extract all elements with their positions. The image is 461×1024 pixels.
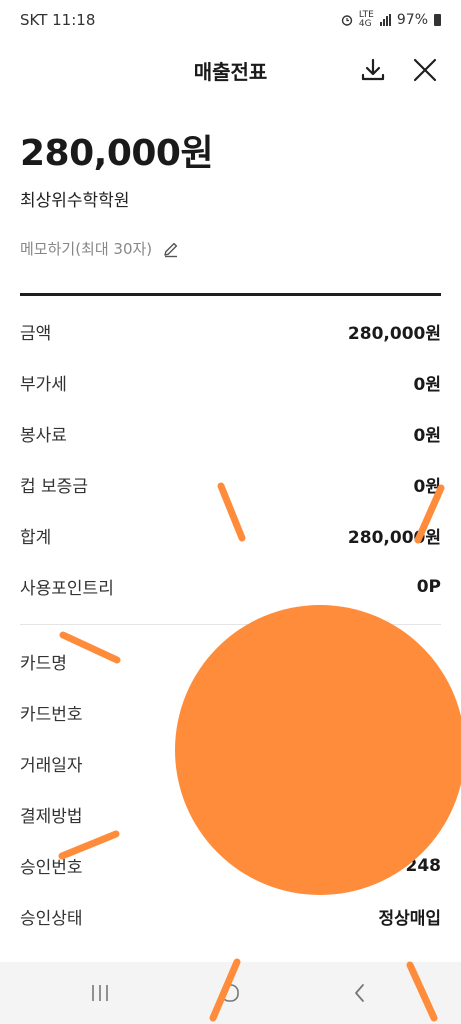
detail-value: 정상매입 (378, 909, 441, 929)
detail-row-service-charge: 봉사료 0원 (20, 408, 441, 459)
detail-key: 금액 (20, 324, 52, 344)
card-row-number: 카드번호 (20, 687, 441, 738)
total-amount: 280,000원 (20, 133, 214, 174)
detail-value: 0원 (413, 426, 441, 446)
detail-row-cup-deposit: 컵 보증금 0원 (20, 459, 441, 510)
home-icon (221, 984, 239, 1002)
detail-key: 승인번호 (20, 858, 83, 878)
detail-key: 봉사료 (20, 426, 67, 446)
back-icon (355, 984, 364, 1002)
close-button[interactable] (409, 54, 441, 86)
merchant-name: 최상위수학학원 (20, 191, 130, 211)
navigation-bar (0, 962, 461, 1024)
alarm-icon (341, 15, 353, 26)
battery-percent: 97% (396, 12, 428, 28)
carrier: SKT (20, 11, 48, 29)
detail-value: 0원 (413, 375, 441, 395)
detail-key: 사용포인트리 (20, 579, 114, 599)
battery-icon (434, 14, 441, 26)
detail-value: 248 (405, 855, 442, 876)
pencil-icon (164, 242, 178, 257)
detail-row-amount: 금액 280,000원 (20, 306, 441, 357)
detail-key: 카드명 (20, 654, 67, 674)
status-right: LTE 4G 97% (341, 11, 441, 29)
detail-row-points: 사용포인트리 0P (20, 561, 441, 612)
section-divider-thin (20, 624, 441, 625)
detail-key: 부가세 (20, 375, 67, 395)
recent-apps-icon (92, 985, 108, 1001)
recent-apps-button[interactable] (40, 962, 160, 1024)
card-details: 카드명 카드번호 거래일자 결제방법 승인번호 248 승인상태 정상매입 (20, 636, 441, 942)
detail-value: 280,000원 (347, 324, 441, 344)
card-row-name: 카드명 (20, 636, 441, 687)
detail-key: 합계 (20, 528, 52, 548)
amount-details: 금액 280,000원 부가세 0원 봉사료 0원 컵 보증금 0원 합계 28… (20, 306, 441, 612)
memo-label: 메모하기(최대 30자) (20, 240, 153, 258)
detail-key: 결제방법 (20, 807, 83, 827)
status-bar: SKT 11:18 LTE 4G 97% (0, 0, 461, 40)
section-divider (20, 293, 441, 296)
memo-button[interactable]: 메모하기(최대 30자) (20, 238, 180, 259)
download-button[interactable] (357, 54, 389, 86)
detail-key: 카드번호 (20, 705, 83, 725)
detail-value: 0원 (413, 477, 441, 497)
home-button[interactable] (170, 962, 290, 1024)
card-row-date: 거래일자 (20, 738, 441, 789)
detail-key: 거래일자 (20, 756, 83, 776)
status-left: SKT 11:18 (20, 11, 95, 29)
detail-row-total: 합계 280,000원 (20, 510, 441, 561)
detail-value: 0P (416, 576, 441, 597)
download-icon (361, 58, 385, 81)
header: 매출전표 (0, 40, 461, 98)
card-row-approval-number: 승인번호 248 (20, 840, 441, 891)
detail-row-vat: 부가세 0원 (20, 357, 441, 408)
clock: 11:18 (52, 11, 96, 29)
signal-icon (379, 14, 391, 26)
card-row-approval-status: 승인상태 정상매입 (20, 891, 441, 942)
page-title: 매출전표 (193, 60, 268, 84)
detail-value: 280,000원 (347, 528, 441, 548)
close-icon (413, 58, 437, 82)
network-indicator: LTE 4G (358, 10, 374, 29)
detail-key: 승인상태 (20, 909, 83, 929)
card-row-method: 결제방법 (20, 789, 441, 840)
detail-key: 컵 보증금 (20, 477, 88, 497)
back-button[interactable] (300, 962, 420, 1024)
